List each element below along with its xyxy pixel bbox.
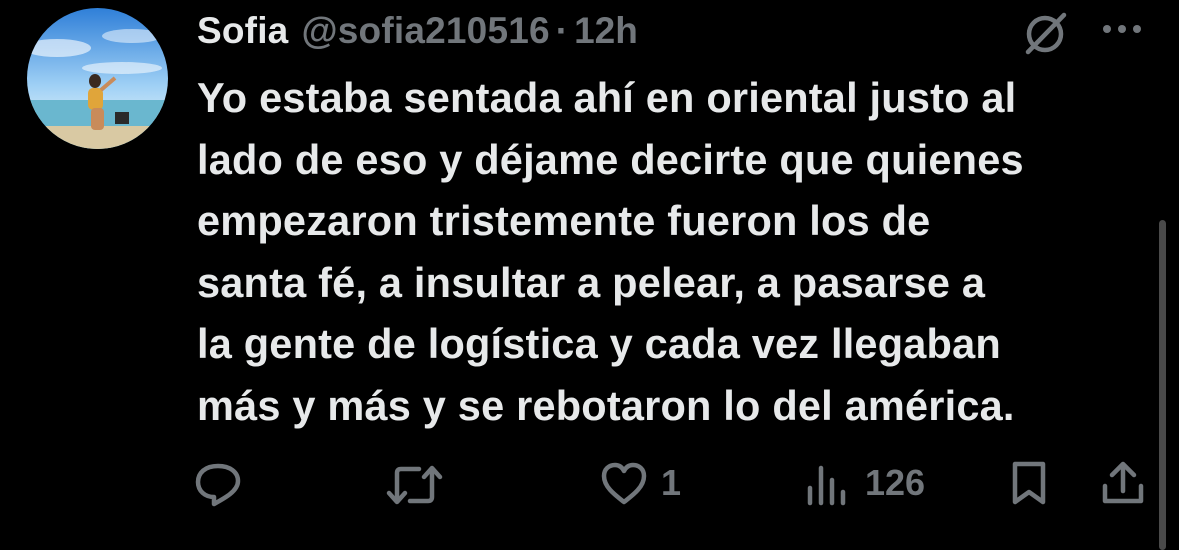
author-handle[interactable]: @sofia210516 (301, 10, 549, 52)
avatar[interactable] (27, 8, 168, 149)
separator-dot: · (555, 10, 569, 51)
timestamp[interactable]: 12h (574, 10, 638, 52)
heart-icon (601, 462, 647, 505)
like-count: 1 (661, 462, 682, 503)
author-display-name[interactable]: Sofia (197, 10, 288, 52)
bookmark-button[interactable] (1007, 459, 1051, 507)
reply-button[interactable] (192, 461, 256, 507)
avatar-image (27, 8, 168, 149)
more-options-icon[interactable] (1098, 14, 1146, 44)
like-button[interactable]: 1 (599, 460, 681, 506)
tweet-text: Yo estaba sentada ahí en oriental justo … (197, 74, 1024, 429)
views-icon (807, 465, 846, 506)
views-count: 126 (865, 462, 926, 503)
retweet-button[interactable] (385, 463, 457, 507)
views-button[interactable]: 126 (803, 460, 925, 506)
share-button[interactable] (1099, 459, 1147, 507)
grok-icon[interactable] (1020, 7, 1072, 59)
tweet[interactable]: Sofia @sofia210516 · 12h Yo estaba senta… (0, 0, 1179, 550)
retweet-icon (386, 465, 443, 505)
reply-icon (195, 463, 241, 507)
share-icon (1102, 461, 1144, 504)
scrollbar[interactable] (1159, 220, 1166, 550)
bookmark-icon (1012, 461, 1046, 505)
tweet-header: Sofia @sofia210516 · 12h (197, 6, 638, 56)
